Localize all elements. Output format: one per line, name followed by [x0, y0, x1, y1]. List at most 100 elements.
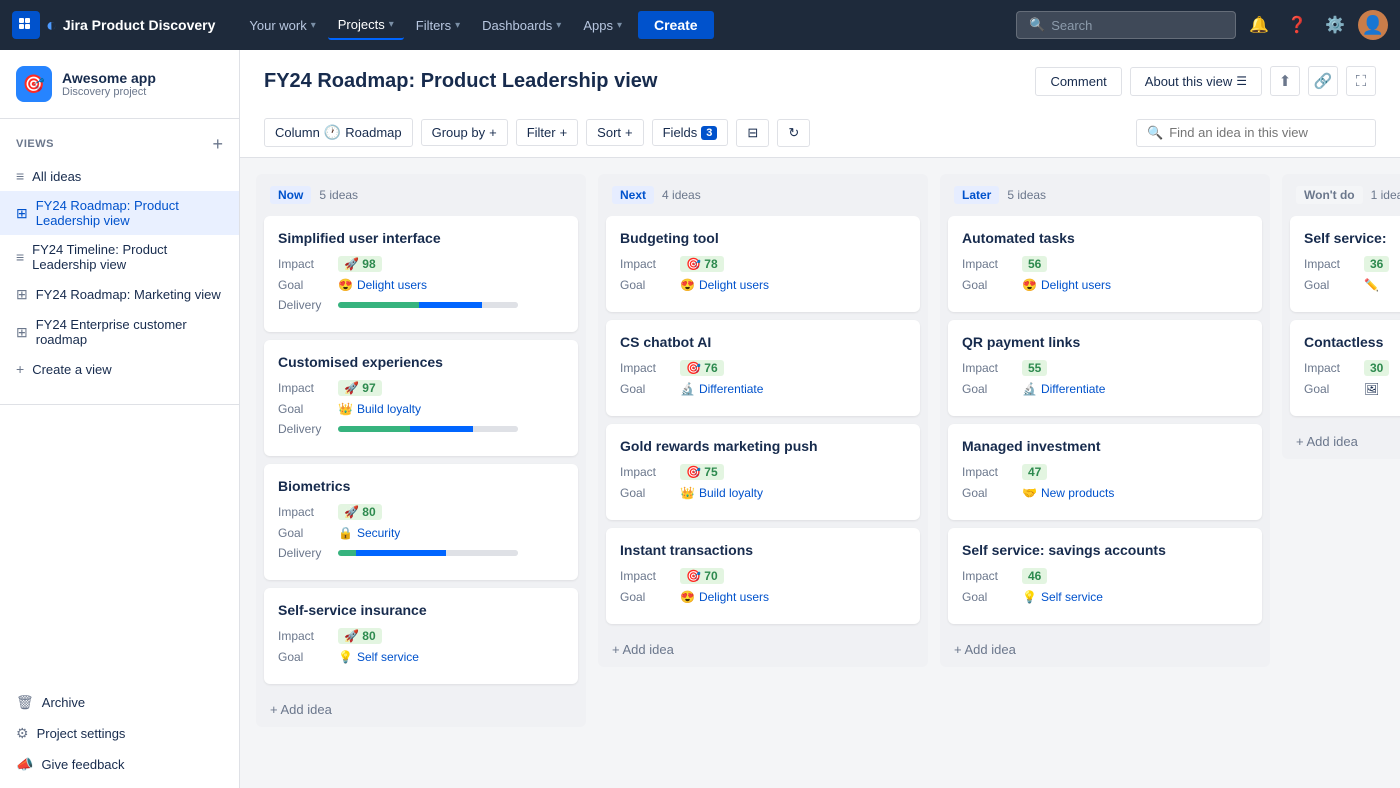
impact-label: Impact — [278, 381, 338, 395]
delivery-blue — [410, 426, 473, 432]
sidebar-item-create-view[interactable]: + Create a view — [0, 354, 239, 384]
add-idea-button[interactable]: + Add idea — [1282, 424, 1400, 459]
add-idea-button[interactable]: + Add idea — [256, 692, 586, 727]
table-row[interactable]: Instant transactions Impact 🎯 70 Goal 😍 … — [606, 528, 920, 624]
toolbar: Column 🕐 Roadmap Group by + Filter + Sor… — [264, 108, 1376, 157]
link-button[interactable]: 🔗 — [1308, 66, 1338, 96]
table-row[interactable]: Automated tasks Impact 56 Goal 😍 Delight… — [948, 216, 1262, 312]
card-impact-field: Impact 56 — [962, 256, 1248, 272]
page-header: FY24 Roadmap: Product Leadership view Co… — [240, 50, 1400, 158]
table-row[interactable]: Budgeting tool Impact 🎯 78 Goal 😍 Deligh… — [606, 216, 920, 312]
goal-label: Goal — [620, 382, 680, 396]
sidebar-bottom: 🗑 Archive ⚙ Project settings 📣 Give feed… — [0, 679, 239, 788]
settings-icon: ⚙ — [16, 725, 29, 742]
nav-item-dashboards[interactable]: Dashboards ▾ — [472, 12, 571, 39]
goal-text: New products — [1041, 486, 1114, 500]
card-goal-field: Goal 🤝 New products — [962, 486, 1248, 500]
project-icon: 🎯 — [16, 66, 52, 102]
goal-tag: 😍 Delight users — [680, 278, 769, 292]
comment-button[interactable]: Comment — [1035, 67, 1121, 96]
delivery-green — [338, 426, 410, 432]
goal-tag: 👑 Build loyalty — [680, 486, 763, 500]
sidebar-item-project-settings[interactable]: ⚙ Project settings — [0, 718, 239, 749]
impact-value: 30 — [1364, 360, 1389, 376]
sidebar-item-fy24-roadmap-mv[interactable]: ⊞ FY24 Roadmap: Marketing view — [0, 279, 239, 310]
column-button[interactable]: Column 🕐 Roadmap — [264, 118, 413, 147]
table-row[interactable]: Managed investment Impact 47 Goal 🤝 New … — [948, 424, 1262, 520]
table-row[interactable]: CS chatbot AI Impact 🎯 76 Goal 🔬 Differe… — [606, 320, 920, 416]
impact-label: Impact — [278, 257, 338, 271]
impact-badge: 🚀 80 — [338, 504, 382, 520]
project-name: Awesome app — [62, 70, 156, 86]
impact-badge: 🎯 76 — [680, 360, 724, 376]
table-row[interactable]: Biometrics Impact 🚀 80 Goal 🔒 Security — [264, 464, 578, 580]
table-row[interactable]: Self-service insurance Impact 🚀 80 Goal … — [264, 588, 578, 684]
table-row[interactable]: QR payment links Impact 55 Goal 🔬 Differ… — [948, 320, 1262, 416]
share-button[interactable]: ⬆ — [1270, 66, 1300, 96]
table-row[interactable]: Customised experiences Impact 🚀 97 Goal … — [264, 340, 578, 456]
table-row[interactable]: Simplified user interface Impact 🚀 98 Go… — [264, 216, 578, 332]
board-column-next: Next 4 ideas Budgeting tool Impact 🎯 78 … — [598, 174, 928, 667]
sidebar-item-fy24-timeline-plv[interactable]: ≡ FY24 Timeline: Product Leadership view — [0, 235, 239, 279]
help-button[interactable]: ❓ — [1282, 10, 1312, 40]
fields-button[interactable]: Fields 3 — [652, 119, 729, 146]
board-search[interactable]: 🔍 — [1136, 119, 1376, 147]
goal-icon: 🔬 — [1022, 382, 1037, 396]
board-search-input[interactable] — [1169, 125, 1365, 140]
goal-icon: 👑 — [680, 486, 695, 500]
table-row[interactable]: Self service: savings accounts Impact 46… — [948, 528, 1262, 624]
delivery-bar — [338, 302, 518, 308]
chevron-down-icon: ▾ — [455, 20, 460, 31]
card-goal-field: Goal 😍 Delight users — [278, 278, 564, 292]
sidebar-views-section: VIEWS + ≡ All ideas ⊞ FY24 Roadmap: Prod… — [0, 119, 239, 396]
nav-item-apps[interactable]: Apps ▾ — [573, 12, 632, 39]
about-view-button[interactable]: About this view ☰ — [1130, 67, 1262, 96]
settings-button[interactable]: ⚙️ — [1320, 10, 1350, 40]
filter-button[interactable]: Filter + — [516, 119, 578, 146]
goal-label: Goal — [278, 402, 338, 416]
sidebar-item-give-feedback[interactable]: 📣 Give feedback — [0, 749, 239, 780]
sidebar-item-fy24-roadmap-plv[interactable]: ⊞ FY24 Roadmap: Product Leadership view — [0, 191, 239, 235]
sidebar-item-all-ideas[interactable]: ≡ All ideas — [0, 161, 239, 191]
fullscreen-button[interactable]: ⛶ — [1346, 66, 1376, 96]
sort-button[interactable]: Sort + — [586, 119, 643, 146]
customize-button[interactable]: ⊟ — [736, 119, 769, 147]
sidebar-item-fy24-enterprise[interactable]: ⊞ FY24 Enterprise customer roadmap — [0, 310, 239, 354]
card-impact-field: Impact 🚀 80 — [278, 504, 564, 520]
goal-tag: 💡 Self service — [1022, 590, 1103, 604]
card-delivery-field: Delivery — [278, 546, 564, 560]
kanban-board: Now 5 ideas Simplified user interface Im… — [240, 158, 1400, 788]
group-by-label: Group by — [432, 125, 485, 140]
user-avatar[interactable]: 👤 — [1358, 10, 1388, 40]
goal-text: Delight users — [357, 278, 427, 292]
goal-tag: 🔬 Differentiate — [680, 382, 763, 396]
table-row[interactable]: Gold rewards marketing push Impact 🎯 75 … — [606, 424, 920, 520]
card-impact-field: Impact 🎯 70 — [620, 568, 906, 584]
search-button[interactable]: 🔍 Search — [1016, 11, 1236, 39]
card-goal-field: Goal 😍 Delight users — [620, 278, 906, 292]
notifications-button[interactable]: 🔔 — [1244, 10, 1274, 40]
sidebar-item-label: Archive — [42, 695, 85, 710]
goal-label: Goal — [620, 278, 680, 292]
nav-item-your-work[interactable]: Your work ▾ — [239, 12, 325, 39]
table-row[interactable]: Self service: Impact 36 Goal ✏️ — [1290, 216, 1400, 312]
nav-item-projects[interactable]: Projects ▾ — [328, 11, 404, 40]
project-subtitle: Discovery project — [62, 86, 156, 98]
add-idea-button[interactable]: + Add idea — [598, 632, 928, 667]
impact-label: Impact — [1304, 257, 1364, 271]
table-row[interactable]: Contactless Impact 30 Goal 🖼 — [1290, 320, 1400, 416]
col-count-later: 5 ideas — [1007, 188, 1046, 202]
sidebar-project[interactable]: 🎯 Awesome app Discovery project — [0, 50, 239, 119]
create-button[interactable]: Create — [638, 11, 714, 39]
card-impact-field: Impact 30 — [1304, 360, 1400, 376]
add-idea-button[interactable]: + Add idea — [940, 632, 1270, 667]
refresh-button[interactable]: ↻ — [777, 119, 810, 147]
impact-value: 🚀 98 — [338, 256, 382, 272]
group-by-button[interactable]: Group by + — [421, 119, 508, 146]
sidebar-item-archive[interactable]: 🗑 Archive — [0, 687, 239, 718]
card-goal-field: Goal 🔬 Differentiate — [620, 382, 906, 396]
impact-value: 47 — [1022, 464, 1047, 480]
app-logo[interactable]: ◐ Jira Product Discovery — [12, 11, 215, 39]
nav-item-filters[interactable]: Filters ▾ — [406, 12, 470, 39]
add-view-icon[interactable]: + — [212, 135, 223, 153]
